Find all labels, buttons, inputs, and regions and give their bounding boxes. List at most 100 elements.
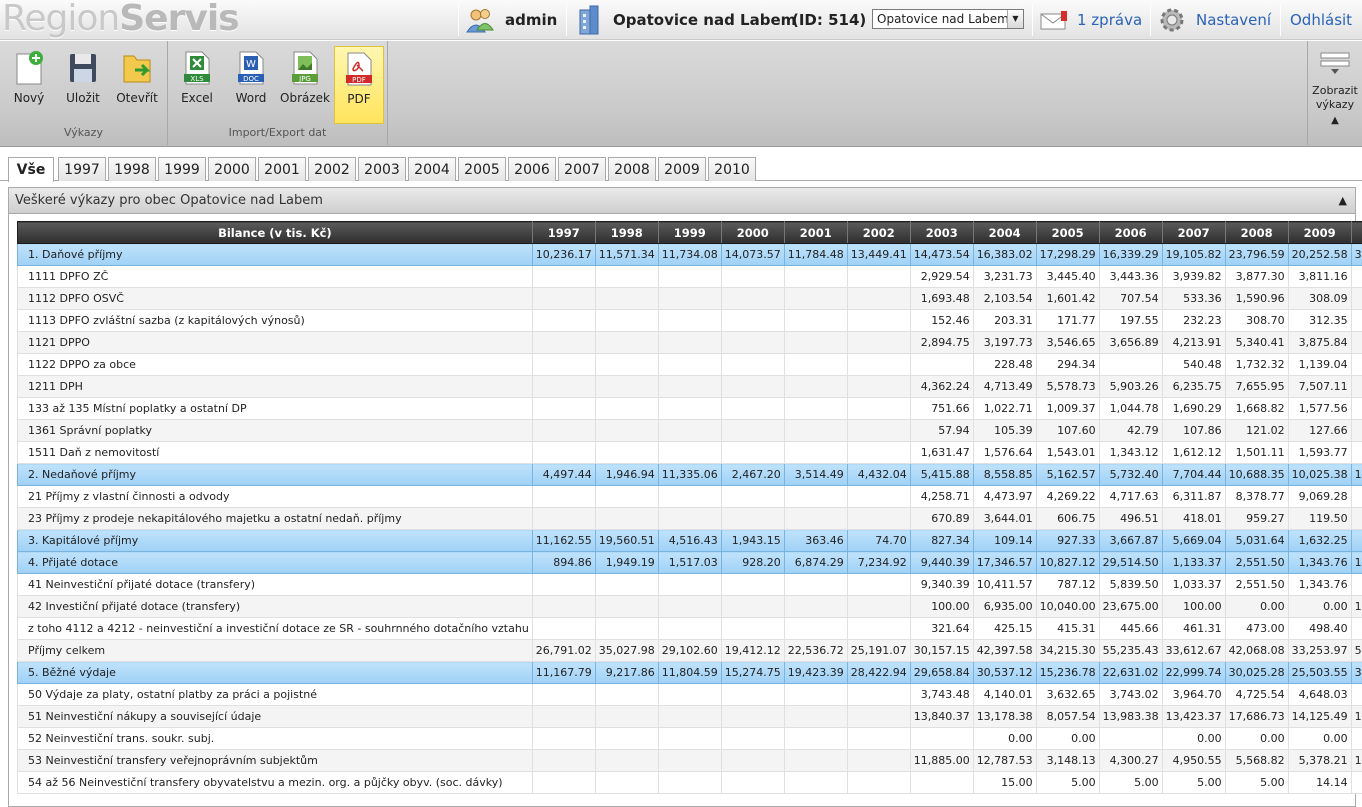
table-cell: 42,397.58 [973, 640, 1036, 662]
open-button[interactable]: Otevřít [112, 46, 162, 124]
table-cell [784, 618, 847, 640]
table-cell [532, 266, 595, 288]
tab-2003[interactable]: 2003 [358, 157, 406, 181]
collapse-ribbon-icon[interactable]: ▲ [1308, 114, 1362, 128]
table-cell [532, 420, 595, 442]
table-cell: 10,704.52 [1351, 750, 1362, 772]
table-cell [532, 398, 595, 420]
tab-1998[interactable]: 1998 [108, 157, 156, 181]
municipality-id: (ID: 514) [792, 11, 866, 29]
table-cell [847, 288, 910, 310]
table-cell [784, 706, 847, 728]
table-cell: 5,669.04 [1162, 530, 1225, 552]
table-cell: 100.00 [910, 596, 973, 618]
tab-2000[interactable]: 2000 [208, 157, 256, 181]
table-cell: 107.86 [1162, 420, 1225, 442]
header-year: 1998 [595, 222, 658, 244]
table-cell: 5,311.73 [1351, 684, 1362, 706]
table-cell: 928.20 [721, 552, 784, 574]
table-cell: 15.00 [973, 772, 1036, 794]
table-cell: 17,298.29 [1036, 244, 1099, 266]
mail-icon[interactable] [1040, 11, 1068, 31]
table-cell [658, 684, 721, 706]
image-button[interactable]: JPG Obrázek [280, 46, 330, 124]
tab-1997[interactable]: 1997 [58, 157, 106, 181]
table-row: 21 Příjmy z vlastní činnosti a odvody4,2… [18, 486, 1362, 508]
table-cell: 319.97 [1351, 310, 1362, 332]
messages-link[interactable]: 1 zpráva [1077, 11, 1142, 29]
save-button[interactable]: Uložit [58, 46, 108, 124]
table-cell: 4,516.43 [658, 530, 721, 552]
table-cell: 0.00 [1351, 508, 1362, 530]
table-row: 133 až 135 Místní poplatky a ostatní DP7… [18, 398, 1362, 420]
toolbar-ribbon: Nový Uložit Otevřít Výkazy XLS Excel WDO… [0, 41, 1362, 147]
table-cell: 7,507.11 [1288, 376, 1351, 398]
tab-2001[interactable]: 2001 [258, 157, 306, 181]
table-cell: 5,340.41 [1225, 332, 1288, 354]
table-header-row: Bilance (v tis. Kč)199719981999200020012… [18, 222, 1362, 244]
table-row: 23 Příjmy z prodeje nekapitálového majet… [18, 508, 1362, 530]
chevron-down-icon[interactable]: ▼ [1007, 10, 1023, 28]
table-cell: 9,069.28 [1288, 486, 1351, 508]
table-row: 54 až 56 Neinvestiční transfery obyvatel… [18, 772, 1362, 794]
table-cell [532, 310, 595, 332]
table-cell: 4,950.55 [1162, 750, 1225, 772]
new-button[interactable]: Nový [4, 46, 54, 124]
tab-2010[interactable]: 2010 [708, 157, 756, 181]
table-cell: 3,514.49 [784, 464, 847, 486]
tab-2007[interactable]: 2007 [558, 157, 606, 181]
table-cell [784, 574, 847, 596]
table-cell: 1,276.85 [1351, 288, 1362, 310]
table-cell: 3,964.70 [1162, 684, 1225, 706]
row-label: 1. Daňové příjmy [18, 244, 533, 266]
table-cell: 3,743.02 [1099, 684, 1162, 706]
settings-link[interactable]: Nastavení [1196, 11, 1271, 29]
tab-1999[interactable]: 1999 [158, 157, 206, 181]
table-cell: 473.00 [1225, 618, 1288, 640]
table-cell [658, 574, 721, 596]
tab-2002[interactable]: 2002 [308, 157, 356, 181]
table-cell: 1,044.78 [1099, 398, 1162, 420]
tab-2009[interactable]: 2009 [658, 157, 706, 181]
gear-icon[interactable] [1158, 6, 1186, 34]
tab-2006[interactable]: 2006 [508, 157, 556, 181]
table-cell: 1,577.56 [1288, 398, 1351, 420]
table-cell: 19,423.39 [784, 662, 847, 684]
table-cell [784, 728, 847, 750]
table-cell [721, 376, 784, 398]
table-cell: 1,601.42 [1036, 288, 1099, 310]
table-cell [532, 486, 595, 508]
table-cell: 16,383.02 [973, 244, 1036, 266]
table-cell: 16.94 [1351, 772, 1362, 794]
table-cell [721, 332, 784, 354]
logout-link[interactable]: Odhlásit [1290, 11, 1352, 29]
table-cell [847, 684, 910, 706]
pdf-button[interactable]: PDF PDF [334, 46, 384, 124]
tab-vše[interactable]: Vše [8, 157, 54, 182]
header-year: 2008 [1225, 222, 1288, 244]
show-reports-button[interactable]: Zobrazit výkazy ▲ [1307, 41, 1362, 145]
table-row: 1112 DPFO OSVČ1,693.482,103.541,601.4270… [18, 288, 1362, 310]
table-cell: 0.00 [1351, 728, 1362, 750]
table-cell: 10,411.57 [973, 574, 1036, 596]
table-row: 1121 DPPO2,894.753,197.733,546.653,656.8… [18, 332, 1362, 354]
excel-button[interactable]: XLS Excel [172, 46, 222, 124]
table-cell: 1,590.96 [1225, 288, 1288, 310]
tab-2008[interactable]: 2008 [608, 157, 656, 181]
username[interactable]: admin [505, 11, 557, 29]
table-cell: 3,644.01 [973, 508, 1036, 530]
tab-2004[interactable]: 2004 [408, 157, 456, 181]
tab-2005[interactable]: 2005 [458, 157, 506, 181]
table-cell: 1,501.11 [1225, 442, 1288, 464]
panel-header: Veškeré výkazy pro obec Opatovice nad La… [9, 188, 1355, 214]
table-cell: 35,027.98 [595, 640, 658, 662]
table-cell: 19,105.82 [1162, 244, 1225, 266]
table-section-row: 5. Běžné výdaje11,167.799,217.8611,804.5… [18, 662, 1362, 684]
word-button[interactable]: WDOC Word [226, 46, 276, 124]
table-cell: 5,732.40 [1099, 464, 1162, 486]
table-cell: 1,139.04 [1288, 354, 1351, 376]
municipality-select[interactable]: Opatovice nad Labem▼ [872, 9, 1024, 29]
table-cell [532, 618, 595, 640]
collapse-panel-icon[interactable]: ▲ [1339, 188, 1347, 214]
panel-title: Veškeré výkazy pro obec Opatovice nad La… [15, 193, 323, 208]
